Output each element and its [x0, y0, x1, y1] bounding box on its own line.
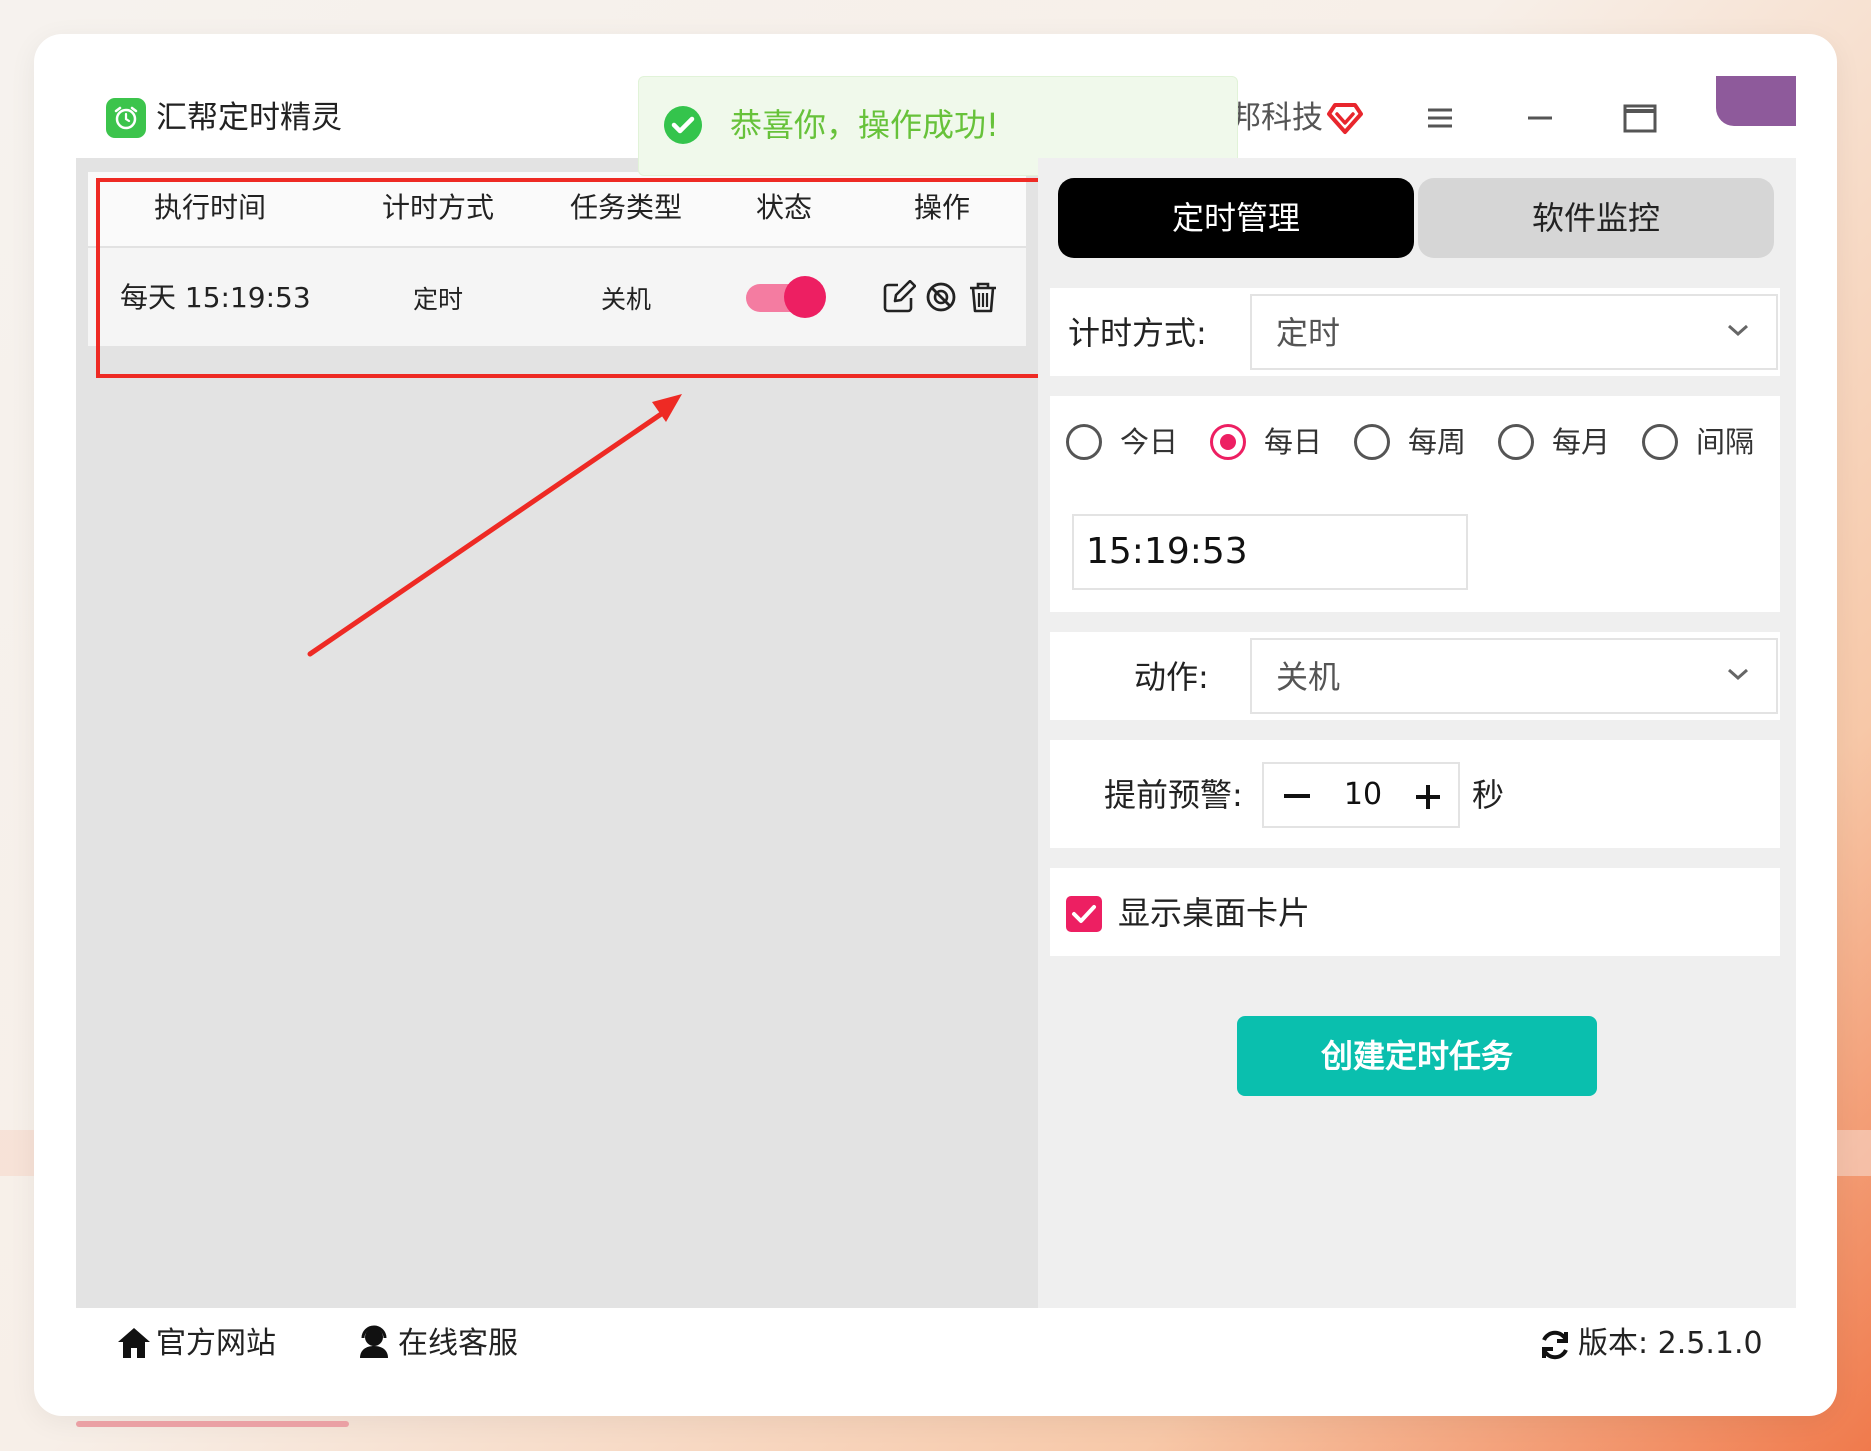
- radio-interval[interactable]: [1642, 424, 1678, 460]
- home-icon: [116, 1326, 152, 1364]
- show-card-label: 显示桌面卡片: [1118, 894, 1311, 932]
- scroll-progress-fill: [76, 1421, 349, 1427]
- timing-select[interactable]: 定时: [1250, 294, 1778, 370]
- minimize-icon[interactable]: [1514, 92, 1566, 144]
- customer-service-icon: [356, 1324, 392, 1364]
- chevron-down-icon: [1726, 322, 1750, 342]
- brand-name: 邦科技: [1230, 100, 1323, 136]
- menu-icon[interactable]: [1414, 92, 1466, 144]
- maximize-icon[interactable]: [1614, 92, 1666, 144]
- radio-label-weekly: 每周: [1408, 425, 1467, 459]
- toast-message: 恭喜你，操作成功!: [730, 106, 999, 144]
- warning-unit: 秒: [1472, 776, 1505, 814]
- brand-logo-icon[interactable]: [1324, 96, 1366, 138]
- create-task-button[interactable]: 创建定时任务: [1237, 1016, 1597, 1096]
- alarm-clock-icon: [106, 98, 146, 138]
- radio-label-interval: 间隔: [1696, 425, 1755, 459]
- action-value: 关机: [1276, 658, 1341, 696]
- version-label: 版本: 2.5.1.0: [1578, 1326, 1763, 1361]
- action-select[interactable]: 关机: [1250, 638, 1778, 714]
- radio-monthly[interactable]: [1498, 424, 1534, 460]
- scroll-progress-bar: [76, 1421, 776, 1427]
- warning-label: 提前预警:: [1104, 776, 1243, 814]
- radio-weekly[interactable]: [1354, 424, 1390, 460]
- timing-value: 定时: [1276, 314, 1341, 352]
- annotation-arrow: [307, 394, 682, 657]
- check-circle-icon: [664, 106, 702, 144]
- radio-today[interactable]: [1066, 424, 1102, 460]
- increment-button-vertical[interactable]: [1426, 785, 1430, 809]
- timing-label: 计时方式:: [1068, 314, 1207, 352]
- tab-schedule-management[interactable]: 定时管理: [1058, 178, 1414, 258]
- radio-daily[interactable]: [1210, 424, 1246, 460]
- radio-label-today: 今日: [1120, 425, 1179, 459]
- online-support-link[interactable]: 在线客服: [398, 1322, 518, 1366]
- radio-label-monthly: 每月: [1552, 425, 1611, 459]
- action-label: 动作:: [1134, 658, 1209, 696]
- tab-software-monitor[interactable]: 软件监控: [1418, 178, 1774, 258]
- chevron-down-icon: [1726, 666, 1750, 686]
- app-title: 汇帮定时精灵: [156, 100, 342, 136]
- refresh-icon[interactable]: [1538, 1328, 1572, 1366]
- time-input[interactable]: 15:19:53: [1072, 514, 1468, 590]
- show-card-checkbox[interactable]: [1066, 896, 1102, 932]
- radio-label-daily: 每日: [1264, 425, 1323, 459]
- close-icon[interactable]: [1716, 76, 1796, 126]
- warning-stepper: 10: [1262, 762, 1460, 828]
- official-website-link[interactable]: 官方网站: [156, 1322, 276, 1366]
- highlight-box: [96, 178, 1050, 378]
